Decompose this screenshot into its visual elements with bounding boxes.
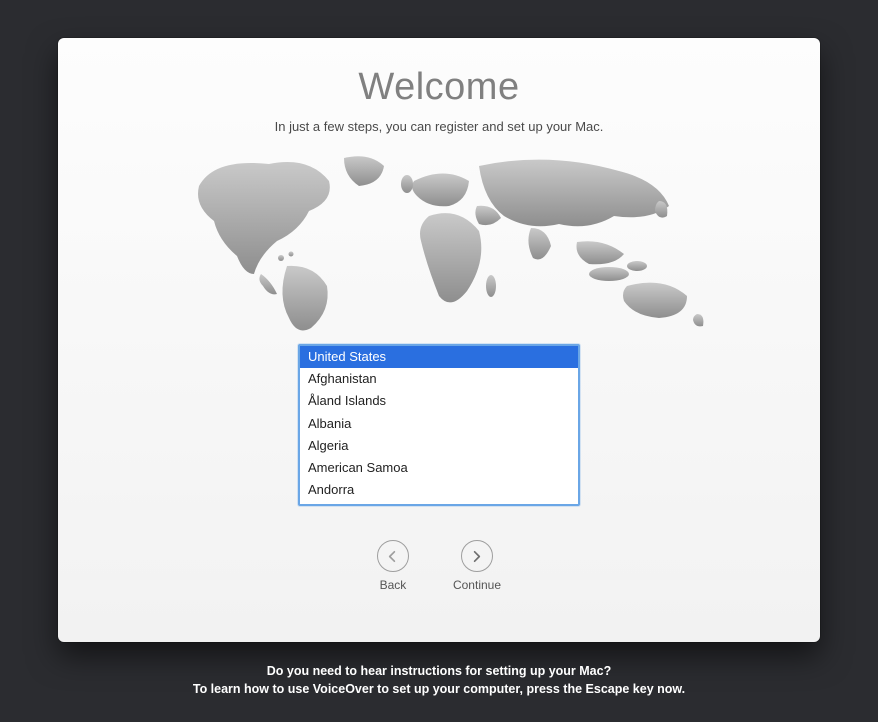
country-select-list[interactable]: United StatesAfghanistanÅland IslandsAlb… <box>298 344 580 506</box>
page-title: Welcome <box>58 66 820 109</box>
voiceover-hint: Do you need to hear instructions for set… <box>0 662 878 698</box>
voiceover-hint-line2: To learn how to use VoiceOver to set up … <box>0 680 878 698</box>
world-map <box>58 146 820 336</box>
country-option[interactable]: Albania <box>300 413 578 435</box>
country-option[interactable]: Algeria <box>300 435 578 457</box>
country-option[interactable]: United States <box>300 346 578 368</box>
voiceover-hint-line1: Do you need to hear instructions for set… <box>0 662 878 680</box>
continue-button[interactable]: Continue <box>453 540 501 592</box>
continue-button-label: Continue <box>453 578 501 592</box>
country-option[interactable]: Afghanistan <box>300 368 578 390</box>
country-option[interactable]: American Samoa <box>300 457 578 479</box>
page-subtitle: In just a few steps, you can register an… <box>58 119 820 134</box>
setup-assistant-window: Welcome In just a few steps, you can reg… <box>58 38 820 642</box>
back-button[interactable]: Back <box>377 540 409 592</box>
country-option[interactable]: Andorra <box>300 479 578 501</box>
arrow-left-icon <box>377 540 409 572</box>
country-option[interactable]: Åland Islands <box>300 390 578 412</box>
country-option[interactable]: Angola <box>300 501 578 506</box>
world-map-icon <box>159 146 719 336</box>
nav-button-row: Back Continue <box>58 540 820 592</box>
back-button-label: Back <box>380 578 407 592</box>
arrow-right-icon <box>461 540 493 572</box>
